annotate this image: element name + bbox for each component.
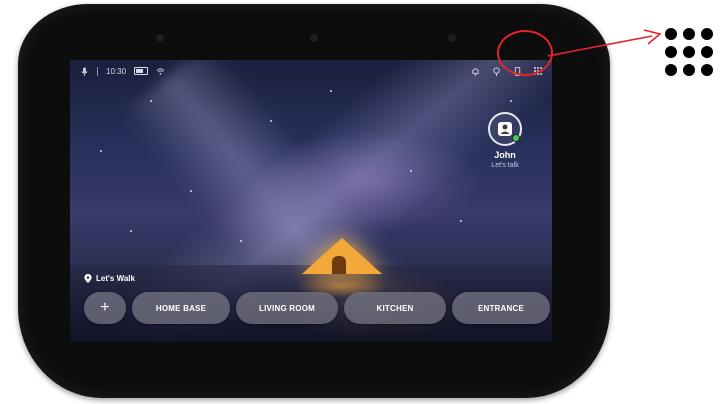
room-kitchen[interactable]: KITCHEN (344, 292, 446, 324)
avatar[interactable] (488, 112, 522, 146)
add-room-button[interactable]: + (84, 292, 126, 324)
screen: 10:30 John Let's talk Let's Walk + HOME … (70, 60, 552, 342)
star (130, 230, 132, 232)
sensor-dot (156, 34, 164, 42)
battery-icon (134, 67, 149, 75)
annotation-arrow (548, 29, 662, 57)
star (410, 170, 412, 172)
microphone-icon[interactable] (80, 66, 89, 76)
location-pin-icon (84, 274, 92, 283)
camera-lens (310, 34, 318, 42)
star (330, 90, 332, 92)
status-divider (97, 66, 98, 76)
person-icon (498, 122, 512, 136)
star (190, 190, 192, 192)
star (460, 220, 462, 222)
menu-dots-icon-enlarged (665, 28, 713, 76)
bell-icon[interactable] (471, 67, 480, 76)
room-selector: + HOME BASE LIVING ROOM KITCHEN ENTRANCE (84, 292, 550, 324)
room-living-room[interactable]: LIVING ROOM (236, 292, 338, 324)
star (270, 120, 272, 122)
star (150, 100, 152, 102)
room-entrance[interactable]: ENTRANCE (452, 292, 550, 324)
user-subtitle: Let's talk (491, 162, 519, 169)
clock-time: 10:30 (106, 66, 127, 76)
room-home-base[interactable]: HOME BASE (132, 292, 230, 324)
user-name: John (494, 150, 516, 160)
star (240, 240, 242, 242)
star (100, 150, 102, 152)
sensor-dot (448, 34, 456, 42)
tent-door (332, 256, 346, 274)
online-status-dot (512, 134, 520, 142)
star (510, 100, 512, 102)
location-label: Let's Walk (84, 274, 135, 283)
status-bar: 10:30 (70, 60, 552, 82)
user-profile[interactable]: John Let's talk (482, 112, 528, 169)
location-text: Let's Walk (96, 274, 135, 283)
annotation-circle (497, 30, 553, 76)
lightbulb-icon[interactable] (492, 66, 501, 76)
wifi-icon (156, 67, 165, 75)
